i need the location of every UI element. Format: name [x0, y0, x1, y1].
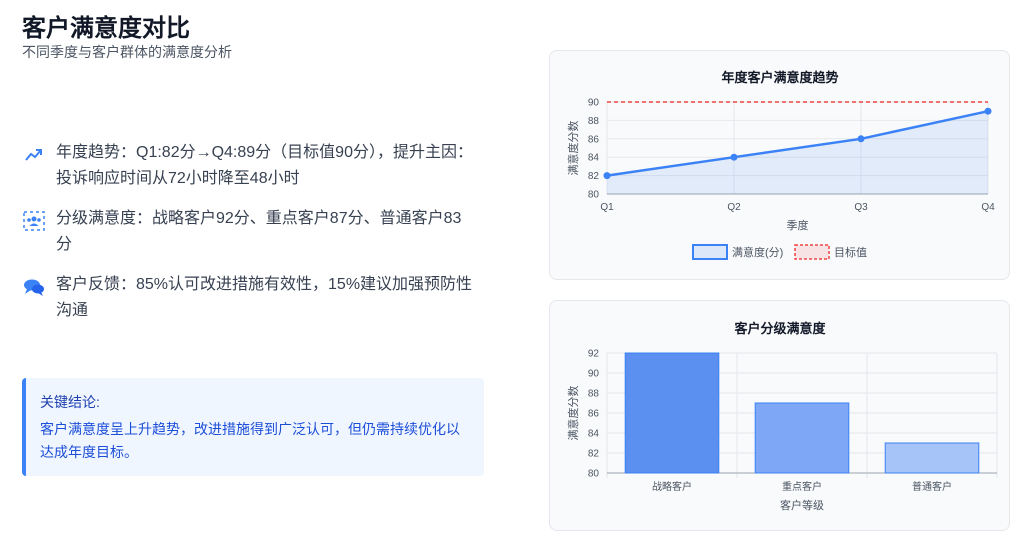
- x-tick-label: Q1: [600, 202, 614, 213]
- bar-chart: 客户分级满意度 80 82 84 86 88 90 92 战略客户 重点客户 普通客户客户等级 满意度…: [566, 321, 998, 512]
- y-tick-label: 88: [588, 389, 600, 400]
- x-tick-label: 重点客户: [782, 480, 822, 493]
- x-tick-label: 普通客户: [912, 480, 952, 493]
- page-title: 客户满意度对比: [22, 15, 190, 42]
- insight-feedback: 客户反馈：85%认可改进措施有效性，15%建议加强预防性沟通: [22, 272, 482, 324]
- users-icon: [22, 209, 46, 233]
- conclusion-body: 客户满意度呈上升趋势，改进措施得到广泛认可，但仍需持续优化以达成年度目标。: [40, 421, 460, 460]
- y-tick-label: 86: [588, 409, 600, 420]
- x-tick-label: Q2: [727, 202, 741, 213]
- insight-tiers: 分级满意度：战略客户92分、重点客户87分、普通客户83分: [22, 206, 482, 258]
- y-tick-label: 86: [588, 134, 600, 145]
- conclusion-box: 关键结论: 客户满意度呈上升趋势，改进措施得到广泛认可，但仍需持续优化以达成年度…: [22, 378, 484, 476]
- legend-label-satisfaction: 满意度(分): [732, 245, 783, 259]
- y-tick-label: 82: [588, 171, 600, 182]
- insight-trend: 年度趋势：Q1:82分→Q4:89分（目标值90分），提升主因：投诉响应时间从7…: [22, 140, 482, 192]
- bar: [624, 352, 720, 474]
- line-chart-title: 年度客户满意度趋势: [721, 70, 838, 85]
- bar: [884, 442, 980, 474]
- page-subtitle: 不同季度与客户群体的满意度分析: [22, 44, 232, 60]
- y-tick-label: 80: [588, 190, 600, 201]
- satisfaction-point: [984, 107, 992, 115]
- y-tick-label: 80: [588, 469, 600, 480]
- insight-tiers-text: 分级满意度：战略客户92分、重点客户87分、普通客户83分: [56, 210, 462, 253]
- insights-list: 年度趋势：Q1:82分→Q4:89分（目标值90分），提升主因：投诉响应时间从7…: [22, 140, 482, 338]
- legend-swatch-satisfaction: [692, 244, 728, 260]
- satisfaction-point: [603, 172, 611, 180]
- y-axis-title: 满意度分数: [566, 386, 580, 441]
- y-tick-label: 82: [588, 449, 600, 460]
- y-tick-label: 92: [588, 349, 600, 360]
- bar: [754, 402, 850, 474]
- line-chart-card: 年度客户满意度趋势 80 82 84 86 88 90 Q1 Q2 Q3 Q4 季度 满意度分数满意度(…: [549, 50, 1010, 280]
- y-tick-label: 90: [588, 98, 600, 109]
- conclusion-title: 关键结论:: [40, 394, 100, 410]
- bar-chart-card: 客户分级满意度 80 82 84 86 88 90 92 战略客户 重点客户 普通客户客户等级 满意度…: [549, 300, 1010, 531]
- legend-label-target: 目标值: [834, 245, 867, 259]
- legend-swatch-target: [794, 244, 830, 260]
- satisfaction-point: [857, 135, 865, 143]
- y-tick-label: 90: [588, 369, 600, 380]
- x-tick-label: 战略客户: [652, 480, 692, 493]
- x-axis-title: 季度: [787, 218, 809, 232]
- bar-chart-title: 客户分级满意度: [734, 321, 826, 336]
- x-tick-label: Q3: [854, 202, 868, 213]
- y-axis-title: 满意度分数: [566, 121, 580, 176]
- y-tick-label: 84: [588, 429, 600, 440]
- comments-icon: [22, 275, 46, 299]
- insight-feedback-text: 客户反馈：85%认可改进措施有效性，15%建议加强预防性沟通: [56, 276, 473, 319]
- y-tick-label: 84: [588, 153, 600, 164]
- x-tick-label: Q4: [981, 202, 995, 213]
- trend-up-icon: [22, 143, 46, 167]
- insight-trend-text: 年度趋势：Q1:82分→Q4:89分（目标值90分），提升主因：投诉响应时间从7…: [56, 144, 473, 187]
- line-chart: 年度客户满意度趋势 80 82 84 86 88 90 Q1 Q2 Q3 Q4 季度 满意度分数满意度(…: [566, 70, 995, 260]
- satisfaction-point: [730, 153, 738, 161]
- y-tick-label: 88: [588, 116, 600, 127]
- x-axis-title: 客户等级: [780, 498, 824, 512]
